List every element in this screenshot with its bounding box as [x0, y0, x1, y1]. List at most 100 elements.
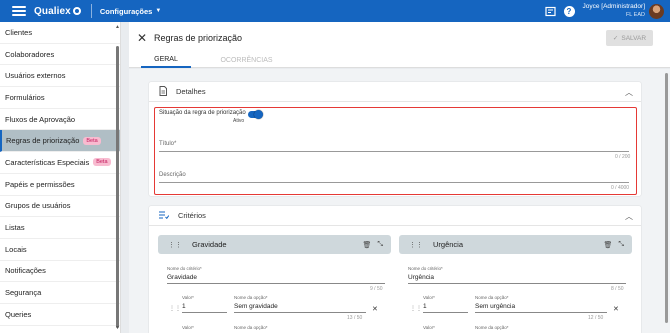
criterios-card-header[interactable]: Critérios ︿	[149, 206, 641, 226]
sidebar-item-label: Formulários	[5, 92, 45, 102]
sidebar-item-label: Papéis e permissões	[5, 179, 75, 189]
chevron-up-icon[interactable]: ︿	[625, 211, 633, 222]
save-button[interactable]: ✓ SALVAR	[606, 30, 653, 46]
option-name-label: Nome da opção*	[475, 325, 509, 330]
tab-geral[interactable]: GERAL	[141, 52, 191, 68]
close-icon[interactable]: ✕	[372, 305, 378, 313]
trash-icon[interactable]: 🗑	[363, 241, 372, 249]
sidebar-item-formularios[interactable]: Formulários	[0, 87, 120, 109]
main-scrollbar[interactable]	[665, 73, 668, 323]
situacao-label: Situação da regra de priorização	[159, 110, 246, 116]
details-title: Detalhes	[176, 87, 206, 96]
user-name: Joyce [Administrador]	[582, 3, 646, 10]
logo-text: Qualiex	[34, 5, 71, 17]
checklist-icon	[159, 211, 170, 221]
sidebar-item-fluxos-aprovacao[interactable]: Fluxos de Aprovação	[0, 109, 120, 131]
drag-handle-icon[interactable]: ⋮⋮	[410, 305, 422, 312]
page-title: Regras de priorização	[154, 33, 243, 43]
sidebar: Clientes Colaboradores Usuários externos…	[0, 22, 121, 333]
details-card-header[interactable]: Detalhes ︿	[149, 82, 641, 102]
logo-mark-icon	[72, 7, 81, 15]
option-name-input[interactable]: Sem gravidade	[234, 303, 366, 313]
module-label: Configurações	[99, 6, 153, 16]
sidebar-item-label: Notificações	[5, 266, 46, 276]
status-label: Ativo	[233, 118, 245, 124]
sidebar-item-label: Segurança	[5, 288, 42, 298]
page-header: ✕ Regras de priorização ✓ SALVAR GERAL O…	[129, 22, 670, 68]
scroll-up-icon[interactable]: ▲	[115, 24, 120, 30]
titulo-counter: 0 / 200	[615, 154, 631, 160]
descricao-field[interactable]: Descrição	[159, 172, 629, 183]
sidebar-item-label: Listas	[5, 223, 25, 233]
trash-icon[interactable]: 🗑	[604, 241, 613, 249]
sidebar-item-notificacoes[interactable]: Notificações	[0, 261, 120, 283]
collapse-arrows-icon[interactable]: ⤡	[618, 241, 624, 249]
criterion-card-urgencia: ⋮⋮ Urgência 🗑 ⤡ Nome do critério* Urgênc…	[399, 235, 632, 333]
sidebar-item-usuarios-externos[interactable]: Usuários externos	[0, 65, 120, 88]
criterion-name-input[interactable]: Urgência	[408, 274, 626, 284]
sidebar-item-regras-priorizacao[interactable]: Regras de priorização Beta	[0, 130, 120, 153]
criterion-card-gravidade: ⋮⋮ Gravidade 🗑 ⤡ Nome do critério* Gravi…	[158, 235, 391, 333]
option-name-label: Nome da opção*	[234, 295, 268, 300]
user-info[interactable]: Joyce [Administrador] FL EAD	[583, 3, 646, 19]
drag-handle-icon[interactable]: ⋮⋮	[169, 305, 181, 312]
drag-handle-icon[interactable]: ⋮⋮	[409, 241, 423, 249]
sidebar-item-colaboradores[interactable]: Colaboradores	[0, 44, 120, 66]
criterion-name-input[interactable]: Gravidade	[167, 274, 385, 284]
option-name-counter: 12 / 50	[588, 315, 604, 321]
scroll-down-icon[interactable]: ▼	[115, 325, 120, 331]
option-name-label: Nome da opção*	[234, 325, 268, 330]
sidebar-item-listas[interactable]: Listas	[0, 217, 120, 239]
sidebar-item-seguranca[interactable]: Segurança	[0, 282, 120, 304]
collapse-arrows-icon[interactable]: ⤡	[377, 241, 383, 249]
descricao-counter: 0 / 4000	[611, 185, 630, 191]
sidebar-item-label: Usuários externos	[5, 71, 66, 81]
status-toggle[interactable]	[248, 110, 263, 119]
criterion-name-counter: 8 / 50	[611, 286, 624, 292]
sidebar-scrollbar[interactable]	[116, 46, 119, 328]
caret-down-icon: ▼	[155, 8, 162, 14]
titulo-field[interactable]: Título*	[159, 141, 629, 152]
app-logo[interactable]: Qualiex	[34, 6, 81, 17]
option-name-label: Nome da opção*	[475, 295, 509, 300]
sidebar-item-label: Características Especiais	[5, 157, 90, 167]
option-value-input[interactable]: 1	[423, 303, 468, 313]
descricao-label: Descrição	[159, 172, 186, 178]
help-button[interactable]: ?	[563, 5, 575, 17]
sidebar-item-queries[interactable]: Queries	[0, 304, 120, 326]
sidebar-item-label: Queries	[5, 309, 32, 319]
tasks-icon[interactable]	[544, 6, 556, 17]
document-icon	[159, 85, 167, 98]
option-name-input[interactable]: Sem urgência	[475, 303, 607, 313]
criterios-title: Critérios	[178, 211, 206, 220]
criterion-header[interactable]: ⋮⋮ Urgência 🗑 ⤡	[399, 235, 632, 254]
user-role: FL EAD	[625, 12, 645, 18]
tab-ocorrencias[interactable]: OCORRÊNCIAS	[219, 52, 274, 68]
toggle-knob	[254, 110, 263, 119]
sidebar-item-caracteristicas-especiais[interactable]: Características Especiais Beta	[0, 152, 120, 174]
sidebar-item-papeis-permissoes[interactable]: Papéis e permissões	[0, 174, 120, 196]
module-dropdown[interactable]: Configurações ▼	[100, 7, 161, 16]
criterion-header[interactable]: ⋮⋮ Gravidade 🗑 ⤡	[158, 235, 391, 254]
sidebar-item-label: Locais	[5, 244, 27, 254]
option-value-label: Valor*	[423, 325, 435, 330]
sidebar-item-label: Regras de priorização	[6, 136, 80, 146]
chevron-up-icon[interactable]: ︿	[625, 87, 633, 98]
topbar-divider	[90, 4, 92, 18]
sidebar-item-grupos-usuarios[interactable]: Grupos de usuários	[0, 196, 120, 218]
option-value-input[interactable]: 1	[182, 303, 227, 313]
sidebar-item-label: Clientes	[5, 27, 33, 37]
hamburger-icon[interactable]	[12, 6, 26, 16]
beta-badge: Beta	[83, 136, 101, 145]
criterios-card: Critérios ︿ ⋮⋮ Gravidade 🗑 ⤡ Nome do cri…	[149, 206, 641, 333]
close-icon[interactable]: ✕	[613, 305, 619, 313]
main-content: Detalhes ︿ Situação da regra de prioriza…	[129, 69, 670, 333]
help-icon: ?	[563, 5, 575, 17]
criterion-name-counter: 9 / 50	[370, 286, 383, 292]
sidebar-item-clientes[interactable]: Clientes	[0, 22, 120, 44]
close-icon[interactable]: ✕	[137, 31, 147, 45]
criterion-header-label: Urgência	[433, 240, 464, 249]
avatar[interactable]	[649, 3, 664, 19]
drag-handle-icon[interactable]: ⋮⋮	[168, 241, 182, 249]
sidebar-item-locais[interactable]: Locais	[0, 239, 120, 261]
